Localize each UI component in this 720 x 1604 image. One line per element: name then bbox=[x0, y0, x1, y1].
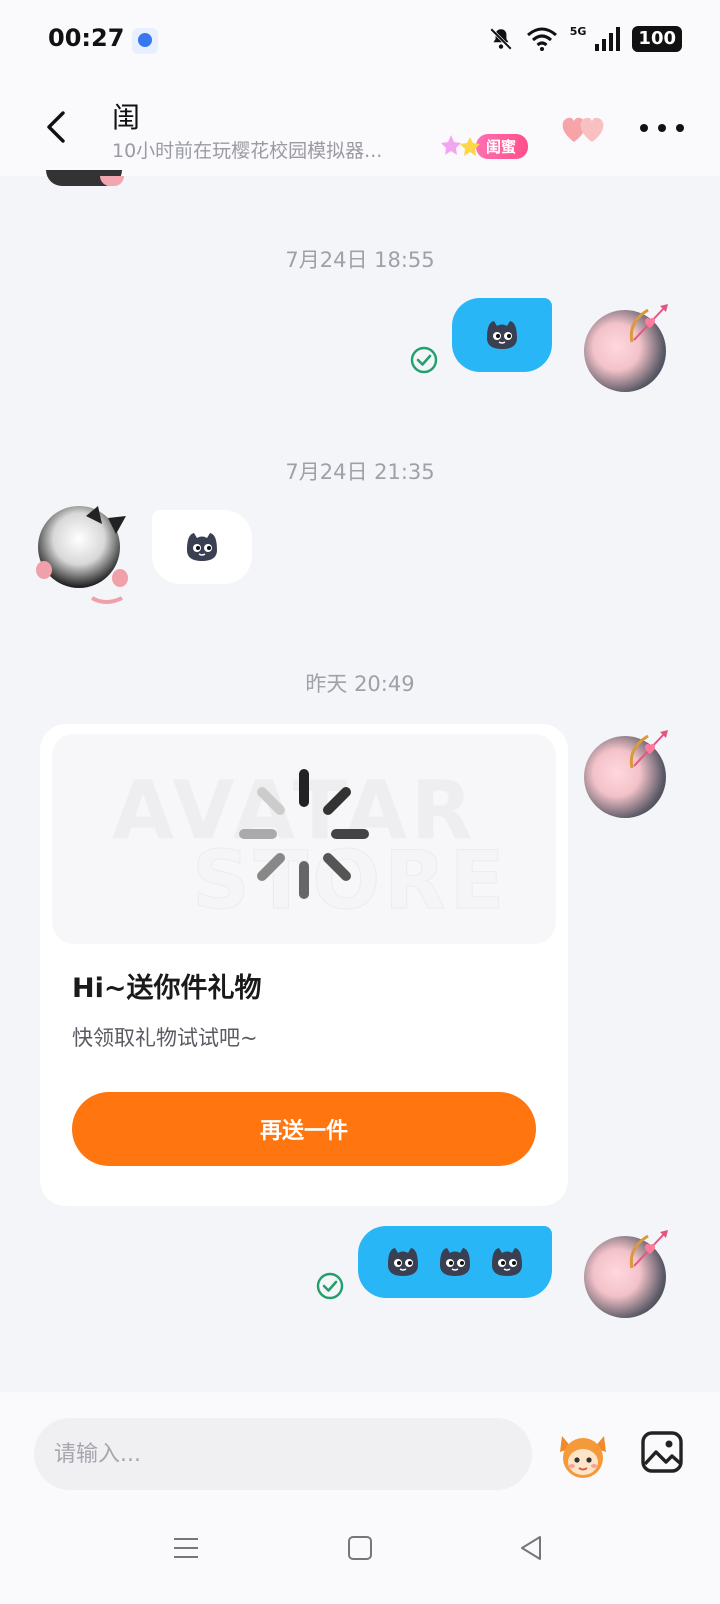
message-list[interactable]: 7月24日 18:55 7月24日 21:35 昨天 20:49 AVATAR … bbox=[0, 170, 720, 1392]
network-label: 5G bbox=[569, 24, 587, 38]
timestamp: 昨天 20:49 bbox=[305, 672, 415, 696]
cupid-bow-icon bbox=[629, 304, 668, 343]
cat-ears-icon bbox=[36, 506, 128, 604]
mascot-icon[interactable] bbox=[556, 1422, 610, 1482]
cupid-bow-icon bbox=[629, 1230, 668, 1269]
read-check-icon bbox=[316, 1272, 344, 1300]
gift-banner: AVATAR STORE bbox=[52, 734, 556, 944]
back-button[interactable] bbox=[34, 102, 78, 152]
back-arrow-icon bbox=[47, 111, 65, 143]
menu-icon[interactable] bbox=[170, 1532, 202, 1564]
status-icons: 5G 100 bbox=[488, 24, 682, 54]
mute-bell-icon bbox=[489, 28, 512, 50]
sticker-emoji-icon bbox=[492, 1248, 522, 1276]
cupid-bow-icon bbox=[629, 730, 668, 769]
message-bubble[interactable] bbox=[152, 510, 252, 584]
status-bar: 00:27 5G 100 bbox=[0, 0, 720, 80]
input-bar bbox=[0, 1392, 720, 1604]
stars-icon bbox=[441, 135, 480, 156]
sticker-emoji-icon bbox=[388, 1248, 418, 1276]
message-bubble[interactable] bbox=[452, 298, 552, 372]
wifi-icon bbox=[526, 27, 557, 51]
gift-card[interactable]: AVATAR STORE Hi~送你件礼物 快领取礼物试试吧~ 再送一件 bbox=[40, 724, 568, 1206]
back-icon[interactable] bbox=[516, 1532, 548, 1564]
chat-status: 10小时前在玩樱花校园模拟器... bbox=[112, 140, 383, 162]
image-icon[interactable] bbox=[640, 1430, 684, 1474]
sticker-emoji-icon bbox=[440, 1248, 470, 1276]
home-icon[interactable] bbox=[344, 1532, 376, 1564]
chat-header: 闺 10小时前在玩樱花校园模拟器... 闺蜜 bbox=[0, 80, 720, 176]
chat-name[interactable]: 闺 bbox=[112, 96, 140, 136]
read-check-icon bbox=[410, 346, 438, 374]
relationship-badge[interactable]: 闺蜜 bbox=[438, 132, 529, 160]
gift-description: 快领取礼物试试吧~ bbox=[72, 1026, 258, 1050]
hearts-icon[interactable] bbox=[558, 110, 610, 146]
message-bubble[interactable] bbox=[358, 1226, 552, 1298]
sticker-emoji-icon bbox=[187, 533, 217, 561]
baidu-app-icon bbox=[132, 28, 158, 54]
signal-icon bbox=[595, 27, 621, 51]
gift-title: Hi~送你件礼物 bbox=[72, 973, 262, 1004]
timestamp: 7月24日 21:35 bbox=[285, 460, 435, 484]
status-time: 00:27 bbox=[48, 24, 125, 52]
loading-spinner-icon bbox=[239, 769, 369, 899]
more-icon bbox=[640, 124, 648, 132]
message-input[interactable] bbox=[34, 1418, 532, 1490]
sticker-emoji-icon bbox=[487, 321, 517, 349]
send-another-button[interactable]: 再送一件 bbox=[72, 1092, 536, 1166]
more-button[interactable] bbox=[640, 110, 684, 146]
battery-icon: 100 bbox=[632, 26, 682, 52]
timestamp: 7月24日 18:55 bbox=[285, 248, 435, 272]
system-nav-bar bbox=[0, 1502, 720, 1602]
